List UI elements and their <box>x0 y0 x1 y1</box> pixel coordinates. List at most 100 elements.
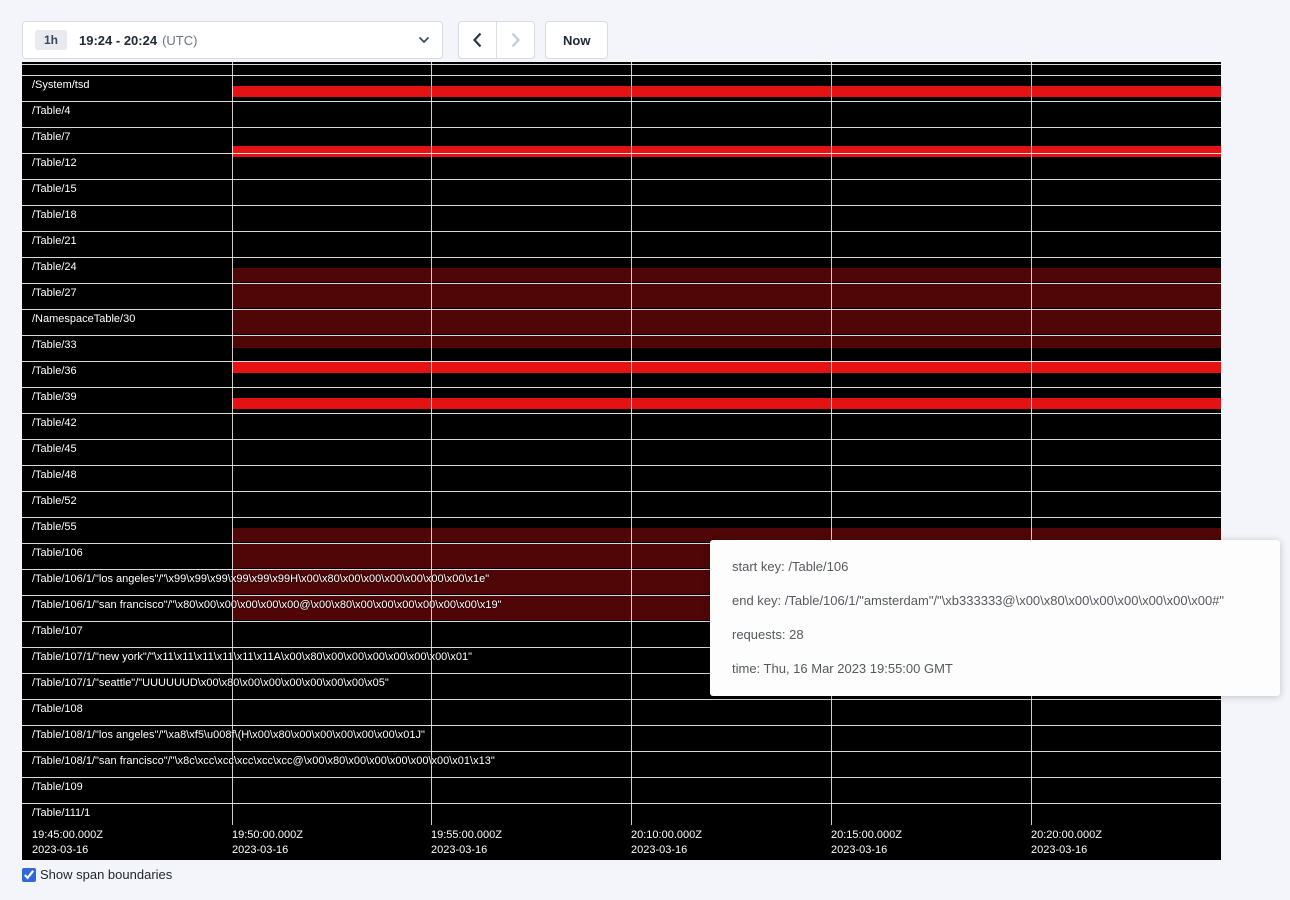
chevron-down-icon <box>418 36 430 44</box>
span-key-label: /Table/106/1/"san francisco"/"\x80\x00\x… <box>32 599 502 611</box>
span-key-label: /Table/107/1/"new york"/"\x11\x11\x11\x1… <box>32 651 472 663</box>
span-key-label: /Table/108/1/"san francisco"/"\x8c\xcc\x… <box>32 755 495 767</box>
heat-band <box>232 362 1221 373</box>
span-key-label: /Table/48 <box>32 469 77 481</box>
span-boundary-line <box>22 413 1221 414</box>
span-key-label: /Table/45 <box>32 443 77 455</box>
span-key-label: /Table/42 <box>32 417 77 429</box>
span-key-label: /NamespaceTable/30 <box>32 313 135 325</box>
span-boundary-line <box>22 439 1221 440</box>
span-key-label: /Table/39 <box>32 391 77 403</box>
span-boundary-line <box>22 803 1221 804</box>
chevron-right-icon <box>511 32 520 48</box>
span-boundary-line <box>22 751 1221 752</box>
span-boundary-line <box>22 387 1221 388</box>
previous-interval-button[interactable] <box>458 21 497 59</box>
span-key-label: /Table/24 <box>32 261 77 273</box>
duration-badge: 1h <box>35 30 67 50</box>
span-key-label: /Table/33 <box>32 339 77 351</box>
span-key-label: /Table/107/1/"seattle"/"UUUUUUD\x00\x80\… <box>32 677 389 689</box>
tooltip-requests: requests: 28 <box>732 618 1258 652</box>
time-axis-date: 2023-03-16 <box>1031 843 1102 858</box>
time-axis-time: 20:20:00.000Z <box>1031 828 1102 843</box>
time-axis-date: 2023-03-16 <box>431 843 502 858</box>
time-range-text: 19:24 - 20:24 <box>79 33 157 48</box>
time-axis-label: 19:50:00.000Z2023-03-16 <box>232 828 303 858</box>
span-key-label: /Table/107 <box>32 625 83 637</box>
tooltip-end-key: end key: /Table/106/1/"amsterdam"/"\xb33… <box>732 584 1258 618</box>
span-boundary-line <box>22 231 1221 232</box>
span-key-label: /Table/12 <box>32 157 77 169</box>
keyvis-tooltip: start key: /Table/106 end key: /Table/10… <box>710 540 1280 696</box>
span-boundary-line <box>22 777 1221 778</box>
time-axis-label: 20:15:00.000Z2023-03-16 <box>831 828 902 858</box>
span-boundary-line <box>22 309 1221 310</box>
timezone-text: (UTC) <box>162 33 197 48</box>
time-range-dropdown[interactable]: 1h 19:24 - 20:24 (UTC) <box>22 21 443 59</box>
span-boundary-line <box>22 127 1221 128</box>
keyvis-canvas[interactable]: /System/tsd/Table/4/Table/7/Table/12/Tab… <box>22 62 1221 860</box>
time-axis-time: 19:50:00.000Z <box>232 828 303 843</box>
time-axis-label: 20:10:00.000Z2023-03-16 <box>631 828 702 858</box>
show-span-boundaries-toggle[interactable]: Show span boundaries <box>22 867 172 882</box>
time-axis-date: 2023-03-16 <box>831 843 902 858</box>
time-gridline <box>431 62 432 825</box>
span-key-label: /Table/111/1 <box>32 807 90 819</box>
span-boundary-line <box>22 517 1221 518</box>
span-boundary-line <box>22 257 1221 258</box>
next-interval-button[interactable] <box>496 21 535 59</box>
time-gridline <box>232 62 233 825</box>
span-boundary-line <box>22 101 1221 102</box>
span-key-label: /Table/55 <box>32 521 77 533</box>
time-axis-time: 19:45:00.000Z <box>32 828 103 843</box>
span-key-label: /Table/27 <box>32 287 77 299</box>
time-axis-time: 20:10:00.000Z <box>631 828 702 843</box>
heat-band <box>232 146 1221 157</box>
time-axis-time: 20:15:00.000Z <box>831 828 902 843</box>
span-boundary-line <box>22 699 1221 700</box>
span-boundary-line <box>22 361 1221 362</box>
chevron-left-icon <box>473 32 482 48</box>
span-key-label: /Table/21 <box>32 235 77 247</box>
span-boundary-line <box>22 283 1221 284</box>
span-key-label: /System/tsd <box>32 79 89 91</box>
span-boundary-line <box>22 205 1221 206</box>
span-key-label: /Table/15 <box>32 183 77 195</box>
time-gridline <box>831 62 832 825</box>
span-key-label: /Table/52 <box>32 495 77 507</box>
show-span-boundaries-checkbox[interactable] <box>22 868 36 882</box>
span-key-label: /Table/4 <box>32 105 71 117</box>
heat-band <box>232 336 1221 348</box>
span-key-label: /Table/109 <box>32 781 83 793</box>
span-key-label: /Table/108/1/"los angeles"/"\xa8\xf5\u00… <box>32 729 425 741</box>
span-key-label: /Table/108 <box>32 703 83 715</box>
span-boundary-line <box>22 465 1221 466</box>
time-axis-label: 19:55:00.000Z2023-03-16 <box>431 828 502 858</box>
time-axis-time: 19:55:00.000Z <box>431 828 502 843</box>
time-axis-date: 2023-03-16 <box>32 843 103 858</box>
heat-band <box>232 398 1221 409</box>
span-boundary-line <box>22 75 1221 76</box>
span-boundary-line <box>22 153 1221 154</box>
span-boundary-line <box>22 179 1221 180</box>
heat-band <box>232 310 1221 334</box>
time-nav-group <box>458 21 535 59</box>
span-key-label: /Table/18 <box>32 209 77 221</box>
now-button[interactable]: Now <box>545 21 608 59</box>
tooltip-time: time: Thu, 16 Mar 2023 19:55:00 GMT <box>732 652 1258 686</box>
span-key-label: /Table/7 <box>32 131 71 143</box>
span-boundary-line <box>22 491 1221 492</box>
time-axis-label: 20:20:00.000Z2023-03-16 <box>1031 828 1102 858</box>
time-axis-date: 2023-03-16 <box>631 843 702 858</box>
heat-band <box>232 86 1221 97</box>
heat-band <box>232 268 1221 282</box>
heat-band <box>232 284 1221 308</box>
span-key-label: /Table/106/1/"los angeles"/"\x99\x99\x99… <box>32 573 489 585</box>
span-key-label: /Table/36 <box>32 365 77 377</box>
time-axis-date: 2023-03-16 <box>232 843 303 858</box>
span-boundary-line <box>22 725 1221 726</box>
show-span-boundaries-label: Show span boundaries <box>40 867 172 882</box>
time-axis-label: 19:45:00.000Z2023-03-16 <box>32 828 103 858</box>
tooltip-start-key: start key: /Table/106 <box>732 550 1258 584</box>
span-key-label: /Table/106 <box>32 547 83 559</box>
